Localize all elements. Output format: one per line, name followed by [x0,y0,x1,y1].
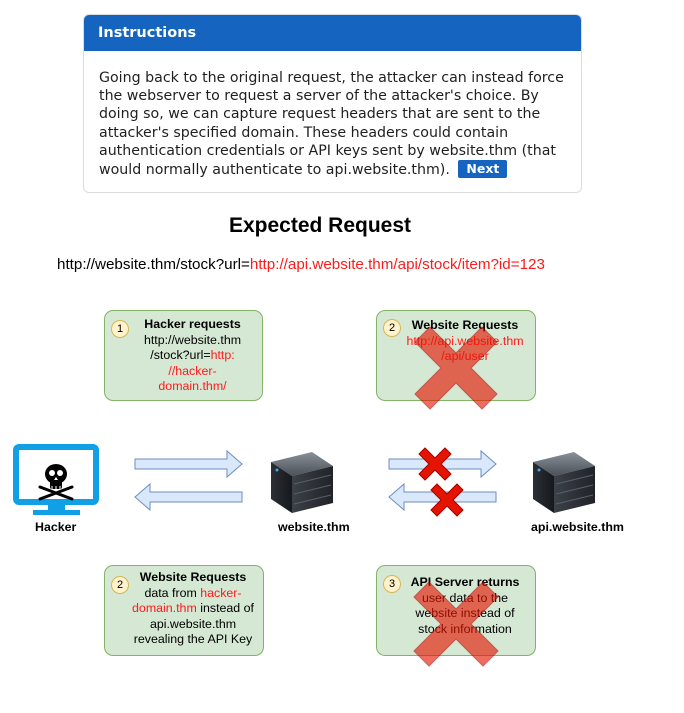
api-label: api.website.thm [531,520,624,534]
cross-icon [413,581,499,667]
server-icon [533,452,595,513]
hacker-label: Hacker [35,520,77,534]
cross-icon [414,326,498,410]
arrow-left-icon [134,482,243,512]
server-icon [271,452,333,513]
website-label: website.thm [278,520,350,534]
arrow-right-icon [134,449,243,479]
diagram-graphics [13,326,595,667]
